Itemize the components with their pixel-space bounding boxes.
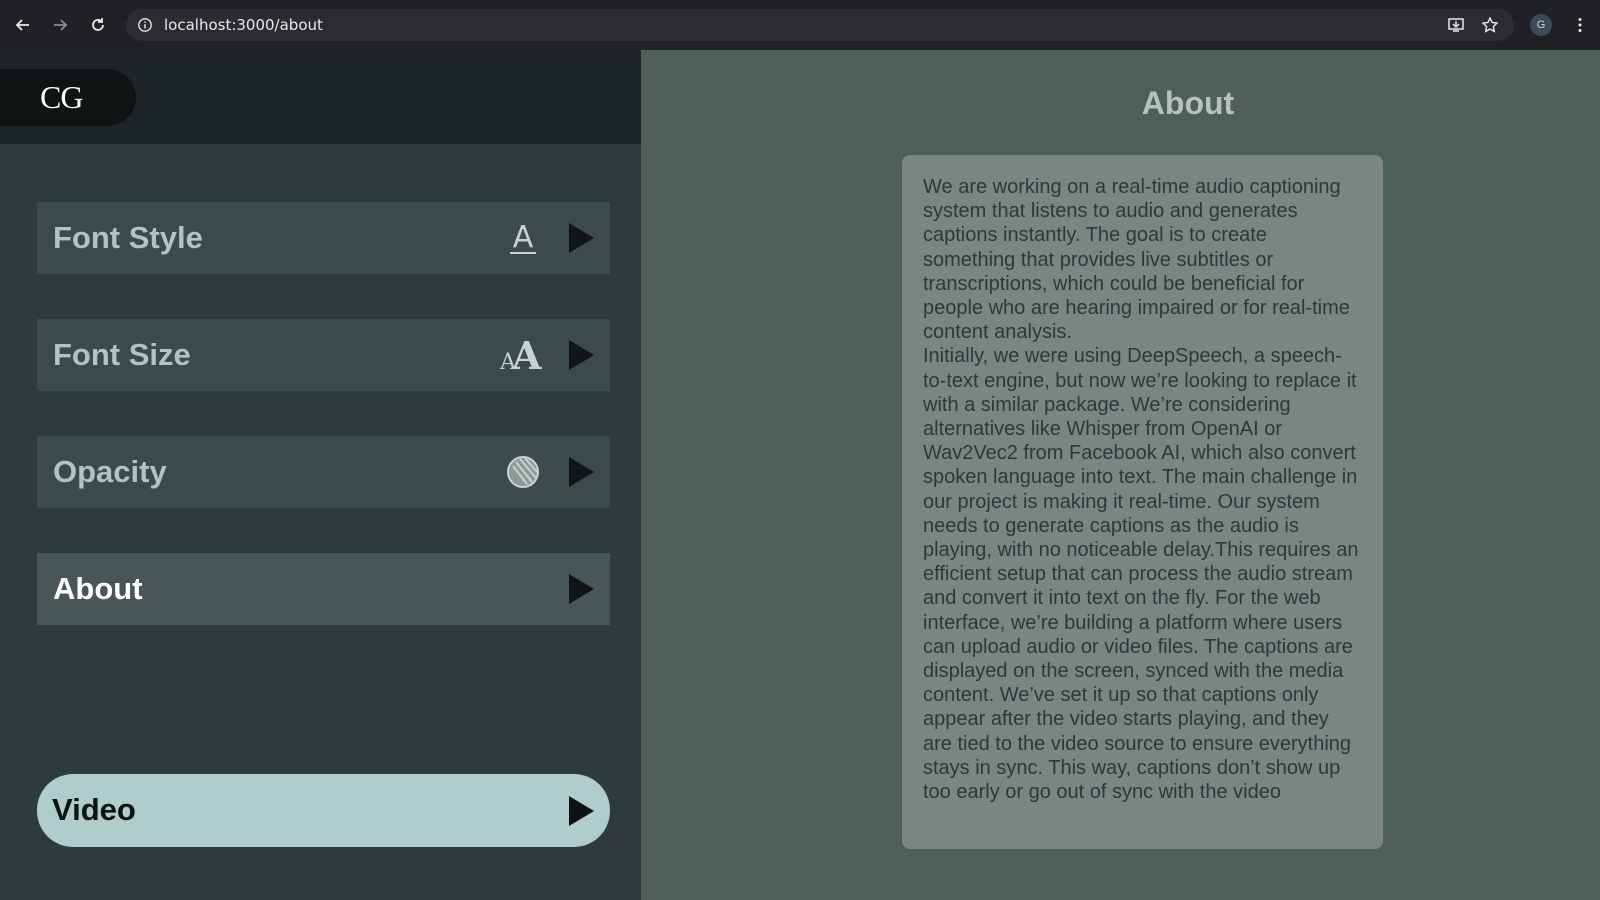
reload-icon[interactable] (85, 12, 111, 38)
sidebar-item-label: Font Size (53, 337, 191, 372)
video-button[interactable]: Video (37, 774, 610, 847)
svg-text:A: A (513, 220, 534, 255)
url-text[interactable]: localhost:3000/about (164, 16, 323, 34)
opacity-icon (498, 447, 548, 497)
sidebar: CG Font Style A Font Size A A Opacity Ab… (0, 50, 641, 900)
forward-icon[interactable] (47, 12, 73, 38)
bookmark-star-icon[interactable] (1477, 12, 1503, 38)
main-content: About We are working on a real-time audi… (641, 50, 1600, 900)
sidebar-item-label: Opacity (53, 454, 167, 489)
chevron-right-icon (569, 457, 594, 487)
sidebar-item-about[interactable]: About (37, 553, 610, 625)
chevron-right-icon (569, 574, 594, 604)
chevron-right-icon (569, 223, 594, 253)
font-style-icon: A (498, 213, 548, 263)
video-button-label: Video (52, 792, 136, 827)
address-bar[interactable]: localhost:3000/about (126, 9, 1514, 41)
sidebar-item-label: Font Style (53, 220, 203, 255)
about-text: We are working on a real-time audio capt… (923, 176, 1359, 804)
sidebar-item-font-style[interactable]: Font Style A (37, 202, 610, 274)
browser-toolbar: localhost:3000/about G (0, 0, 1600, 50)
back-icon[interactable] (10, 12, 36, 38)
play-icon (569, 796, 594, 826)
logo[interactable]: CG (0, 69, 136, 126)
logo-text: CG (40, 79, 83, 115)
sidebar-item-opacity[interactable]: Opacity (37, 436, 610, 508)
chevron-right-icon (569, 340, 594, 370)
svg-text:A: A (511, 335, 542, 375)
sidebar-item-label: About (53, 571, 143, 606)
profile-avatar[interactable]: G (1530, 14, 1552, 36)
site-info-icon[interactable] (134, 14, 156, 36)
about-card: We are working on a real-time audio capt… (902, 155, 1383, 849)
more-menu-icon[interactable] (1567, 12, 1593, 38)
page-title: About (1141, 85, 1235, 121)
sidebar-header: CG (0, 50, 641, 144)
sidebar-item-font-size[interactable]: Font Size A A (37, 319, 610, 391)
install-app-icon[interactable] (1443, 12, 1469, 38)
font-size-icon: A A (498, 330, 548, 380)
